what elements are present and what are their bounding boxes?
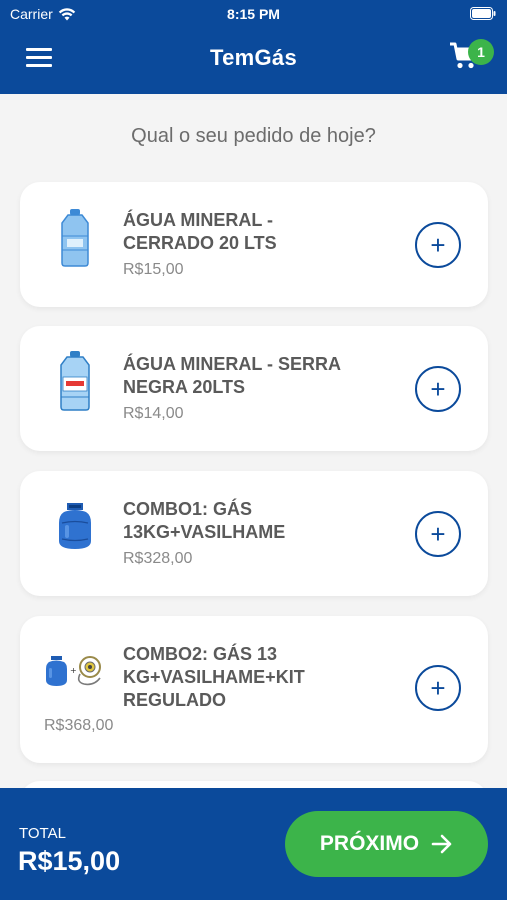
water-jug-icon	[57, 351, 93, 416]
product-price: R$328,00	[123, 550, 193, 567]
add-to-cart-button[interactable]: +	[415, 511, 461, 557]
next-button-label: PRÓXIMO	[319, 832, 420, 855]
product-card: ÁGUA MINERAL - SERRA NEGRA 20LTS R$14,00…	[20, 326, 488, 451]
add-to-cart-button[interactable]: +	[415, 665, 461, 711]
page-subtitle: Qual o seu pedido de hoje?	[131, 125, 376, 147]
battery-icon	[470, 7, 497, 23]
status-time: 8:15 PM	[227, 6, 280, 22]
product-name: ÁGUA MINERAL - CERRADO 20 LTS	[123, 210, 277, 253]
nav-bar: TemGás	[0, 28, 507, 94]
app-header: Carrier 8:15 PM TemGás	[0, 0, 507, 94]
product-card: + COMBO2: GÁS 13 KG+VASILHAME+KIT REGULA…	[20, 616, 488, 763]
product-price: R$15,00	[123, 261, 184, 278]
total-value: R$15,00	[18, 846, 121, 876]
plus-icon: +	[430, 519, 446, 549]
product-price: R$368,00	[44, 717, 114, 734]
product-card: ÁGUA MINERAL - CERRADO 20 LTS R$15,00 +	[20, 182, 488, 307]
cart-count-badge: 1	[468, 39, 494, 65]
status-bar: Carrier 8:15 PM	[0, 0, 507, 28]
order-footer: TOTAL R$15,00 PRÓXIMO	[0, 788, 507, 900]
plus-icon: +	[430, 374, 446, 404]
plus-icon: +	[430, 673, 446, 703]
total-label: TOTAL	[19, 825, 66, 842]
app-title: TemGás	[210, 45, 297, 70]
add-to-cart-button[interactable]: +	[415, 222, 461, 268]
svg-text:+: +	[70, 666, 77, 675]
gas-cylinder-icon	[58, 501, 92, 556]
product-name: COMBO2: GÁS 13 KG+VASILHAME+KIT REGULADO	[123, 644, 305, 710]
add-to-cart-button[interactable]: +	[415, 366, 461, 412]
arrow-right-icon	[431, 834, 452, 854]
product-name: COMBO1: GÁS 13KG+VASILHAME	[123, 499, 286, 542]
gas-regulator-kit-icon: +	[46, 652, 104, 693]
product-price: R$14,00	[123, 405, 184, 422]
next-button[interactable]: PRÓXIMO	[285, 811, 488, 877]
water-jug-icon	[58, 209, 92, 272]
product-name: ÁGUA MINERAL - SERRA NEGRA 20LTS	[123, 354, 341, 397]
plus-icon: +	[430, 230, 446, 260]
product-card: COMBO1: GÁS 13KG+VASILHAME R$328,00 +	[20, 471, 488, 596]
